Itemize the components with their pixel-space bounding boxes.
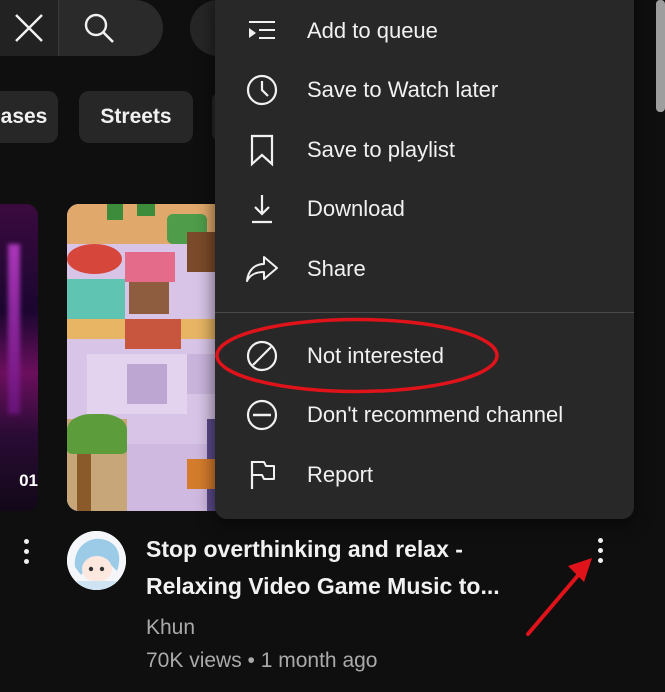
menu-item-download[interactable]: Download	[215, 180, 634, 238]
search-icon	[84, 13, 114, 43]
chip-cases[interactable]: ases	[0, 91, 58, 143]
download-icon	[239, 186, 285, 232]
chip-streets[interactable]: Streets	[79, 91, 193, 143]
close-icon	[15, 14, 43, 42]
avatar[interactable]	[67, 531, 126, 590]
video-title-line2[interactable]: Relaxing Video Game Music to...	[146, 573, 500, 600]
block-icon	[239, 392, 285, 438]
annotation-arrow	[526, 558, 592, 636]
menu-item-save-to-playlist[interactable]: Save to playlist	[215, 121, 634, 179]
video-title-line1[interactable]: Stop overthinking and relax -	[146, 536, 463, 563]
flag-icon	[239, 452, 285, 498]
add-to-queue-icon	[239, 8, 285, 54]
clear-search-button[interactable]	[0, 0, 58, 56]
duration-badge: 01	[19, 471, 38, 490]
menu-item-add-to-queue[interactable]: Add to queue	[215, 2, 634, 60]
share-icon	[239, 246, 285, 292]
video-context-menu: Add to queue Save to Watch later Save to…	[215, 0, 634, 519]
more-actions-button-left[interactable]	[18, 537, 36, 567]
menu-divider	[215, 312, 634, 313]
menu-item-report[interactable]: Report	[215, 446, 634, 504]
bookmark-icon	[239, 127, 285, 173]
search-button[interactable]	[58, 0, 163, 56]
channel-name[interactable]: Khun	[146, 616, 195, 640]
menu-item-watch-later[interactable]: Save to Watch later	[215, 61, 634, 119]
video-meta: 70K views • 1 month ago	[146, 649, 378, 672]
scrollbar[interactable]	[656, 0, 665, 112]
clock-icon	[239, 67, 285, 113]
channel-avatar-icon	[67, 531, 126, 590]
annotation-ellipse	[215, 317, 499, 394]
video-thumbnail-left[interactable]: 01	[0, 204, 38, 511]
menu-item-share[interactable]: Share	[215, 240, 634, 298]
